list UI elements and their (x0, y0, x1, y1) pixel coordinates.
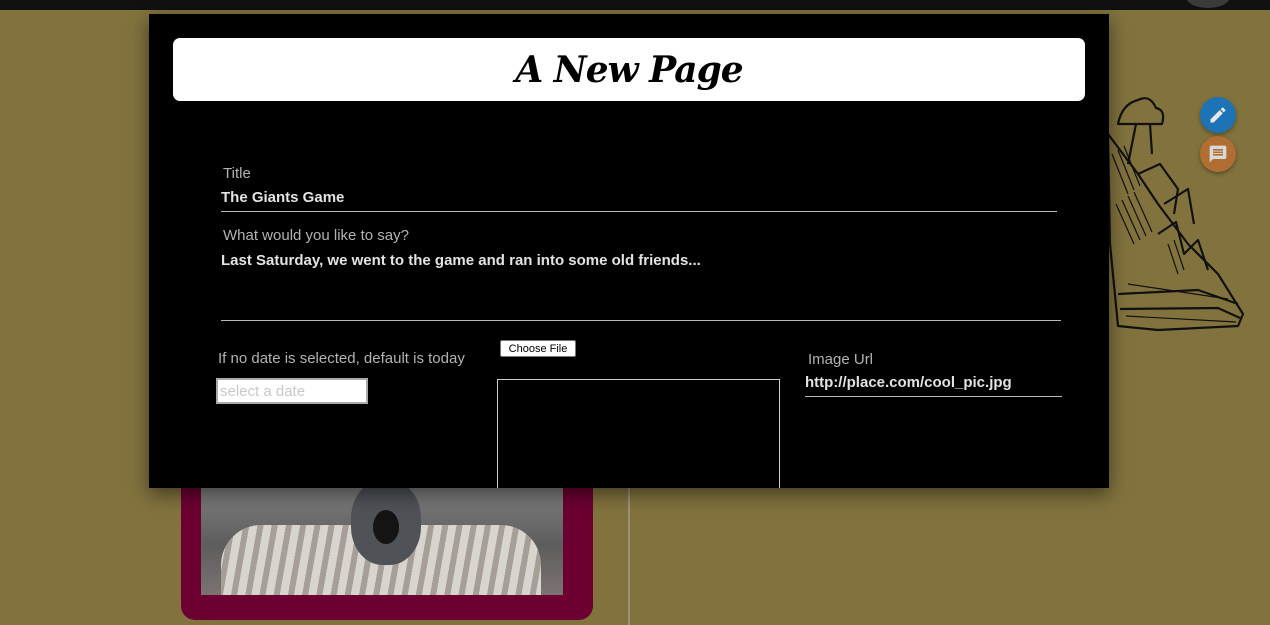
edit-button[interactable] (1200, 97, 1236, 133)
pencil-icon (1210, 107, 1226, 123)
new-page-modal: A New Page Title The Giants Game What wo… (149, 14, 1109, 488)
image-url-underline (805, 396, 1062, 397)
comment-button[interactable] (1200, 136, 1236, 172)
message-textarea[interactable]: Last Saturday, we went to the game and r… (221, 252, 701, 269)
message-underline (221, 320, 1061, 321)
image-url-label: Image Url (808, 351, 874, 368)
photo-card[interactable] (181, 470, 593, 620)
date-input[interactable] (216, 378, 368, 404)
image-url-input[interactable]: http://place.com/cool_pic.jpg (805, 374, 1012, 391)
avatar[interactable] (1186, 0, 1230, 8)
modal-header: A New Page (173, 38, 1085, 101)
card-photo (201, 470, 563, 595)
comment-icon (1209, 145, 1227, 163)
top-bar (0, 0, 1270, 10)
title-underline (221, 211, 1057, 212)
image-preview (497, 379, 780, 488)
modal-title: A New Page (515, 48, 743, 91)
title-label: Title (223, 165, 251, 182)
message-label: What would you like to say? (223, 227, 409, 244)
date-hint: If no date is selected, default is today (218, 350, 465, 367)
title-input[interactable]: The Giants Game (221, 189, 344, 206)
choose-file-button[interactable]: Choose File (500, 340, 576, 357)
page-divider (628, 488, 630, 625)
